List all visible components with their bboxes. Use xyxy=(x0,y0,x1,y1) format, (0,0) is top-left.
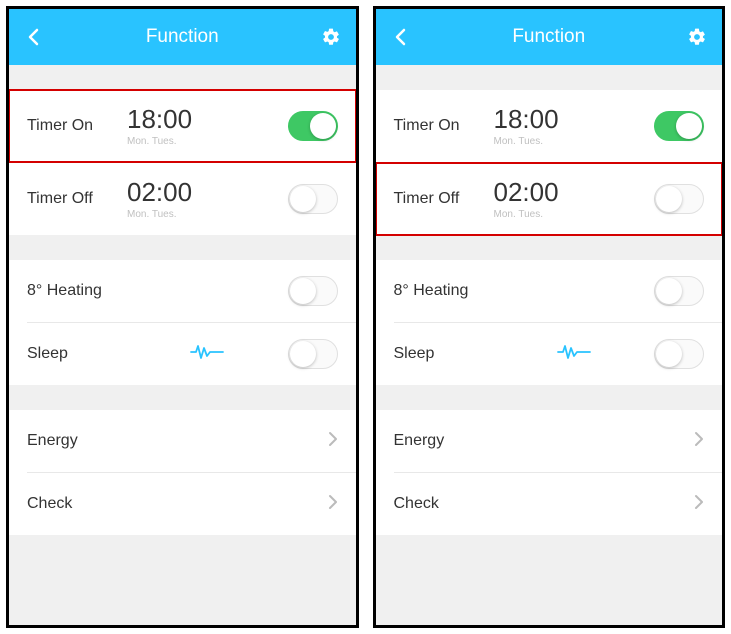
wave-icon xyxy=(190,343,224,366)
timer-on-toggle[interactable] xyxy=(288,111,338,141)
gear-icon[interactable] xyxy=(320,26,342,48)
chevron-right-icon xyxy=(694,493,704,516)
sleep-label: Sleep xyxy=(394,345,494,363)
check-label: Check xyxy=(394,495,695,513)
content-area: Timer On 18:00 Mon. Tues. Timer Off 02:0… xyxy=(9,65,356,625)
timer-on-label: Timer On xyxy=(27,117,127,135)
timer-off-toggle[interactable] xyxy=(654,184,704,214)
row-sleep[interactable]: Sleep xyxy=(9,323,356,385)
heating-toggle[interactable] xyxy=(288,276,338,306)
energy-label: Energy xyxy=(27,432,328,450)
row-timer-off[interactable]: Timer Off 02:00 Mon. Tues. xyxy=(376,163,723,235)
chevron-right-icon xyxy=(328,493,338,516)
timer-on-center: 18:00 Mon. Tues. xyxy=(127,105,288,147)
back-icon[interactable] xyxy=(23,26,45,48)
page-title: Function xyxy=(412,26,687,48)
timer-on-time: 18:00 xyxy=(494,105,559,134)
group-timers: Timer On 18:00 Mon. Tues. Timer Off 02:0… xyxy=(376,90,723,235)
wave-icon xyxy=(557,343,591,366)
sleep-label: Sleep xyxy=(27,345,127,363)
heating-toggle[interactable] xyxy=(654,276,704,306)
row-timer-off[interactable]: Timer Off 02:00 Mon. Tues. xyxy=(9,163,356,235)
page-title: Function xyxy=(45,26,320,48)
heating-label: 8° Heating xyxy=(394,282,655,300)
timer-off-center: 02:00 Mon. Tues. xyxy=(494,178,655,220)
app-header: Function xyxy=(376,9,723,65)
app-header: Function xyxy=(9,9,356,65)
row-check[interactable]: Check xyxy=(9,473,356,535)
row-timer-on[interactable]: Timer On 18:00 Mon. Tues. xyxy=(9,90,356,162)
chevron-right-icon xyxy=(694,430,704,453)
timer-off-time: 02:00 xyxy=(494,178,559,207)
timer-on-toggle[interactable] xyxy=(654,111,704,141)
timer-on-label: Timer On xyxy=(394,117,494,135)
group-timers: Timer On 18:00 Mon. Tues. Timer Off 02:0… xyxy=(9,90,356,235)
phone-screen-2: Function Timer On 18:00 Mon. Tues. Timer… xyxy=(373,6,726,628)
timer-off-label: Timer Off xyxy=(27,190,127,208)
sleep-toggle[interactable] xyxy=(288,339,338,369)
timer-on-days: Mon. Tues. xyxy=(127,136,176,147)
timer-off-toggle[interactable] xyxy=(288,184,338,214)
row-check[interactable]: Check xyxy=(376,473,723,535)
timer-off-label: Timer Off xyxy=(394,190,494,208)
group-modes: 8° Heating Sleep xyxy=(376,260,723,385)
back-icon[interactable] xyxy=(390,26,412,48)
gear-icon[interactable] xyxy=(686,26,708,48)
row-heating[interactable]: 8° Heating xyxy=(9,260,356,322)
group-nav: Energy Check xyxy=(9,410,356,535)
timer-on-days: Mon. Tues. xyxy=(494,136,543,147)
row-energy[interactable]: Energy xyxy=(376,410,723,472)
group-nav: Energy Check xyxy=(376,410,723,535)
check-label: Check xyxy=(27,495,328,513)
row-energy[interactable]: Energy xyxy=(9,410,356,472)
row-sleep[interactable]: Sleep xyxy=(376,323,723,385)
phone-screen-1: Function Timer On 18:00 Mon. Tues. Timer… xyxy=(6,6,359,628)
timer-on-time: 18:00 xyxy=(127,105,192,134)
timer-off-center: 02:00 Mon. Tues. xyxy=(127,178,288,220)
timer-on-center: 18:00 Mon. Tues. xyxy=(494,105,655,147)
heating-label: 8° Heating xyxy=(27,282,288,300)
chevron-right-icon xyxy=(328,430,338,453)
timer-off-time: 02:00 xyxy=(127,178,192,207)
content-area: Timer On 18:00 Mon. Tues. Timer Off 02:0… xyxy=(376,65,723,625)
row-heating[interactable]: 8° Heating xyxy=(376,260,723,322)
timer-off-days: Mon. Tues. xyxy=(494,209,543,220)
group-modes: 8° Heating Sleep xyxy=(9,260,356,385)
sleep-toggle[interactable] xyxy=(654,339,704,369)
energy-label: Energy xyxy=(394,432,695,450)
row-timer-on[interactable]: Timer On 18:00 Mon. Tues. xyxy=(376,90,723,162)
timer-off-days: Mon. Tues. xyxy=(127,209,176,220)
